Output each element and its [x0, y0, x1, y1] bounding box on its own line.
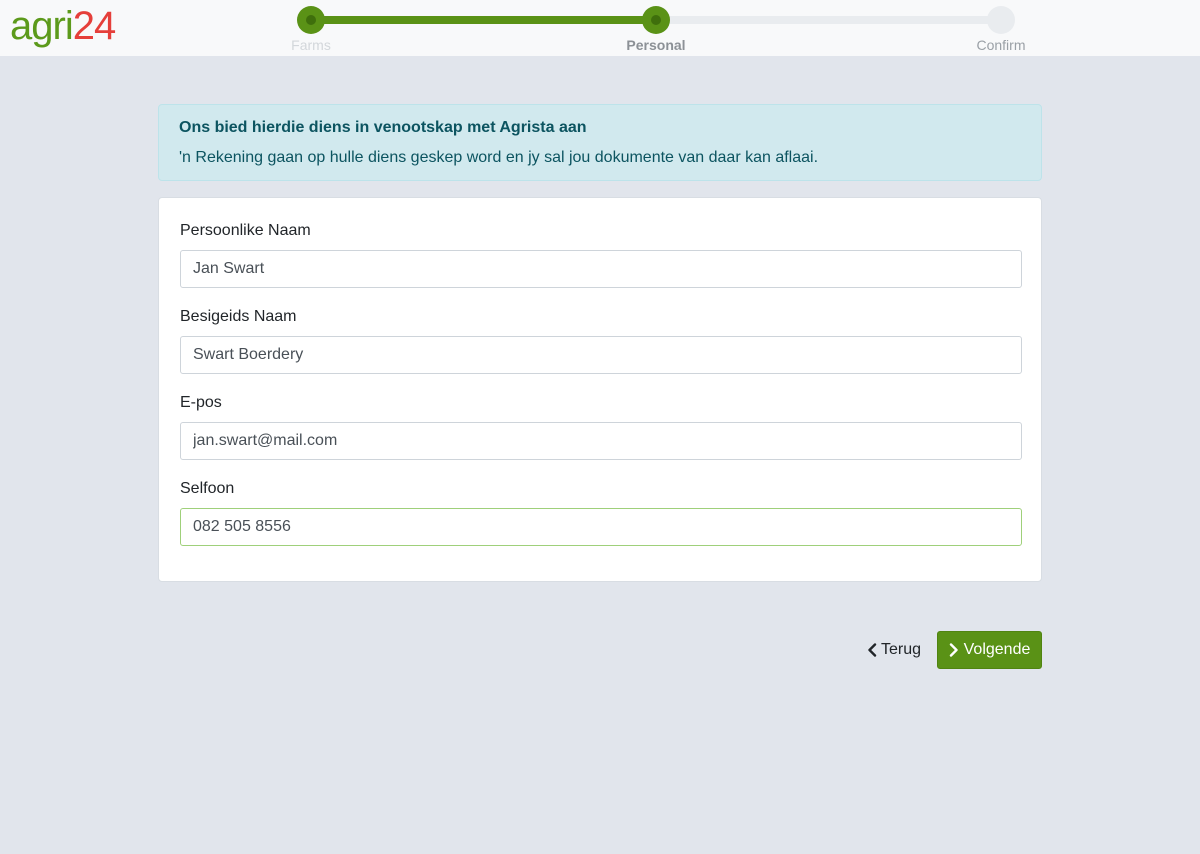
cellphone-label: Selfoon — [180, 480, 235, 497]
email-input[interactable] — [180, 422, 1022, 460]
alert-body: 'n Rekening gaan op hulle diens geskep w… — [179, 149, 819, 166]
step-dot-farms[interactable] — [297, 6, 325, 34]
logo-text-24: 24 — [72, 4, 116, 48]
back-button-label: Terug — [880, 641, 922, 658]
step-label-confirm: Confirm — [976, 37, 1026, 53]
step-label-personal: Personal — [626, 37, 686, 53]
personal-name-input[interactable] — [180, 250, 1022, 288]
step-label-farms[interactable]: Farms — [251, 37, 371, 53]
next-button-label: Volgende — [963, 641, 1031, 658]
personal-name-label: Persoonlike Naam — [180, 222, 311, 239]
alert-title: Ons bied hierdie diens in venootskap met… — [179, 119, 587, 136]
cellphone-input[interactable] — [180, 508, 1022, 546]
business-name-label: Besigeids Naam — [180, 308, 297, 325]
logo-text-agri: agri — [10, 4, 74, 48]
next-button[interactable]: Volgende — [937, 631, 1042, 669]
back-button[interactable]: Terug — [862, 631, 926, 669]
info-alert: Ons bied hierdie diens in venootskap met… — [158, 104, 1042, 181]
chevron-right-icon — [949, 643, 959, 657]
top-header: agri24 Farms Personal Confirm — [0, 0, 1200, 56]
agri24-logo[interactable]: agri24 — [10, 2, 116, 50]
progress-fill — [311, 16, 656, 24]
email-label: E-pos — [180, 394, 222, 411]
step-dot-confirm — [987, 6, 1015, 34]
business-name-input[interactable] — [180, 336, 1022, 374]
chevron-left-icon — [867, 643, 877, 657]
step-dot-personal — [642, 6, 670, 34]
personal-details-form: Persoonlike Naam Besigeids Naam E-pos Se… — [158, 197, 1042, 582]
